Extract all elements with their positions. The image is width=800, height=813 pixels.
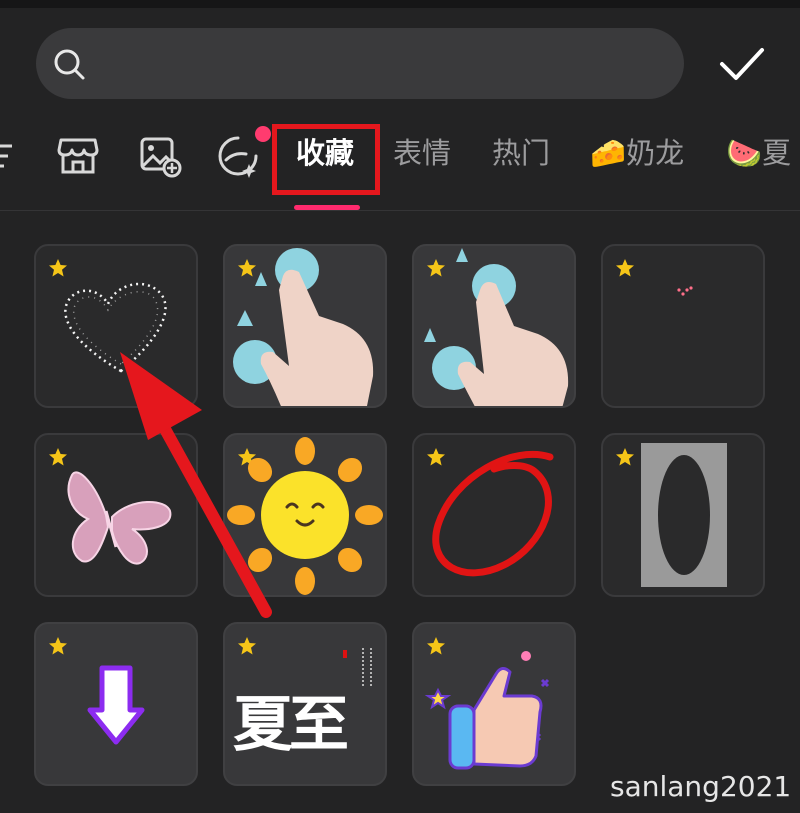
sticker-tap-swipe-gesture[interactable] bbox=[223, 244, 387, 408]
sticker-sparkle-heart[interactable] bbox=[34, 244, 198, 408]
sticker-xiazhi-calligraphy[interactable]: 夏至 bbox=[223, 622, 387, 786]
cute-sun-art bbox=[227, 437, 383, 595]
sticker-red-circle[interactable] bbox=[412, 433, 576, 597]
sticker-purple-down-arrow[interactable] bbox=[34, 622, 198, 786]
top-edge bbox=[0, 0, 800, 8]
purple-down-arrow-art bbox=[87, 665, 145, 745]
sticker-thumbs-up[interactable] bbox=[412, 622, 576, 786]
tabs-divider bbox=[0, 210, 800, 211]
tab-popular[interactable]: 热门 bbox=[492, 130, 550, 172]
thumbs-up-art bbox=[424, 651, 550, 770]
search-icon bbox=[54, 49, 85, 80]
sticker-cute-sun[interactable] bbox=[223, 433, 387, 597]
search-input[interactable] bbox=[100, 38, 664, 90]
tap-swipe-gesture-art bbox=[233, 248, 374, 406]
pink-butterfly-art bbox=[67, 471, 172, 565]
red-circle-art bbox=[432, 450, 554, 577]
new-badge bbox=[255, 126, 271, 142]
small-dots-art bbox=[677, 286, 693, 296]
watermark-text: sanlang2021 bbox=[610, 770, 792, 803]
menu-icon[interactable] bbox=[0, 134, 16, 178]
sticker-speed-lines[interactable] bbox=[601, 433, 765, 597]
xiazhi-text: 夏至 bbox=[233, 690, 349, 760]
add-image-icon[interactable] bbox=[138, 134, 182, 178]
sparkle-heart-art bbox=[64, 282, 167, 373]
tab-summer[interactable]: 🍉夏 bbox=[726, 130, 791, 172]
sticker-tap-swipe-gesture-2[interactable] bbox=[412, 244, 576, 408]
sticker-pink-butterfly[interactable] bbox=[34, 433, 198, 597]
ai-sticker-icon[interactable] bbox=[216, 134, 260, 178]
store-icon[interactable] bbox=[56, 134, 100, 178]
confirm-check-icon[interactable] bbox=[716, 44, 768, 86]
tap-swipe-gesture-art-2 bbox=[424, 248, 569, 406]
sticker-small-dots[interactable] bbox=[601, 244, 765, 408]
tab-emoji[interactable]: 表情 bbox=[393, 130, 451, 172]
speed-lines-art bbox=[641, 443, 727, 587]
annotation-highlight-box bbox=[272, 124, 380, 195]
tab-nailong[interactable]: 🧀奶龙 bbox=[590, 130, 684, 172]
